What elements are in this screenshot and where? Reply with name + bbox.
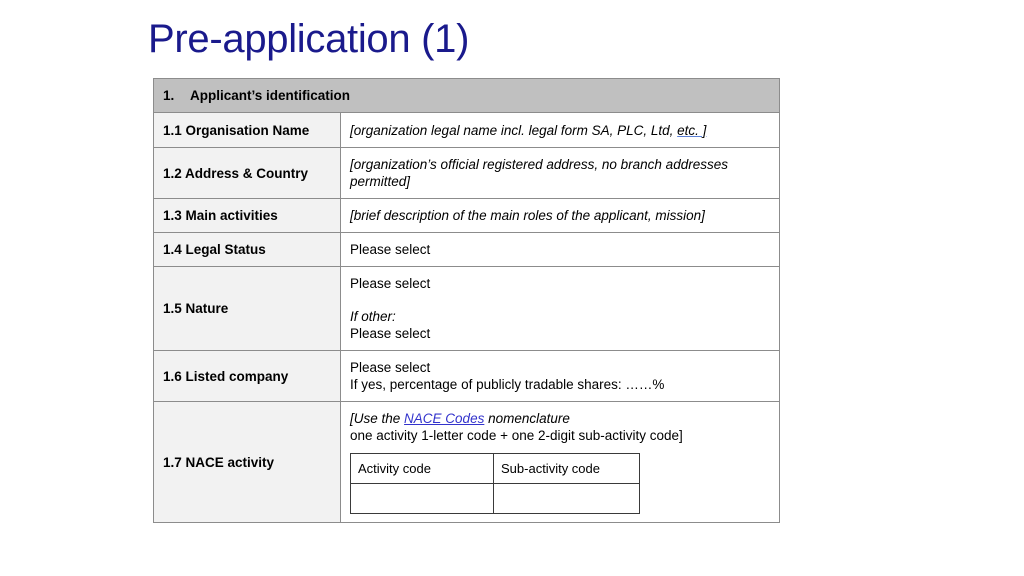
organisation-name-placeholder-tail: etc. ] [677, 122, 707, 138]
nace-code-table-wrapper: Activity code Sub-activity code [350, 444, 770, 514]
nace-instruction-prefix: [Use [350, 411, 382, 426]
nace-activity-code-header: Activity code [350, 453, 494, 484]
table-row: 1.7 NACE activity [Use the NACE Codes no… [153, 401, 781, 523]
row-value-legal-status[interactable]: Please select [339, 232, 781, 267]
nature-if-other-label: If other: [350, 309, 396, 324]
organisation-name-placeholder: [organization legal name incl. legal for… [350, 122, 678, 138]
applicant-identification-table: 1. Applicant’s identification 1.1 Organis… [152, 78, 781, 523]
listed-company-percentage-line[interactable]: If yes, percentage of publicly tradable … [350, 376, 770, 393]
row-label-listed-company: 1.6 Listed company [153, 350, 341, 402]
nace-instruction-the: the [381, 411, 405, 426]
row-label-nature: 1.5 Nature [153, 266, 341, 351]
row-value-address-country[interactable]: [organization’s official registered addr… [339, 147, 781, 199]
section-number: 1. [163, 88, 175, 103]
table-row: 1.3 Main activities [brief description o… [153, 198, 781, 233]
section-header-cell: 1. Applicant’s identification [152, 78, 781, 113]
row-label-nace-activity: 1.7 NACE activity [153, 401, 341, 523]
row-label-main-activities: 1.3 Main activities [153, 198, 341, 233]
row-value-nature[interactable]: Please select If other: Please select [339, 266, 781, 351]
row-label-address-country: 1.2 Address & Country [153, 147, 341, 199]
page-title: Pre-application (1) [148, 17, 470, 61]
row-value-main-activities[interactable]: [brief description of the main roles of … [339, 198, 781, 233]
nace-instruction-line-1: [Use the NACE Codes nomenclature [350, 410, 770, 427]
table-row: 1.6 Listed company Please select If yes,… [153, 350, 781, 402]
listed-company-select-value[interactable]: Please select [350, 359, 770, 376]
section-title: Applicant’s identification [190, 88, 351, 103]
legal-status-select-value[interactable]: Please select [350, 242, 430, 257]
nature-other-select-value[interactable]: Please select [350, 325, 770, 342]
table-row: 1.5 Nature Please select If other: Pleas… [153, 266, 781, 351]
nace-code-table: Activity code Sub-activity code [350, 453, 640, 514]
table-row: 1.2 Address & Country [organization’s of… [153, 147, 781, 199]
nace-code-header-row: Activity code Sub-activity code [350, 453, 640, 484]
table-section-header-row: 1. Applicant’s identification [152, 78, 781, 113]
nace-sub-activity-code-header: Sub-activity code [493, 453, 640, 484]
row-value-listed-company[interactable]: Please select If yes, percentage of publ… [339, 350, 781, 402]
nace-activity-code-input[interactable] [350, 483, 494, 514]
address-country-placeholder: [organization’s official registered addr… [350, 157, 728, 189]
nace-codes-link[interactable]: NACE Codes [404, 411, 484, 426]
row-value-nace-activity[interactable]: [Use the NACE Codes nomenclature one act… [339, 401, 781, 523]
nace-instruction-line-2: one activity 1-letter code + one 2-digit… [350, 428, 683, 443]
table-row: 1.4 Legal Status Please select [153, 232, 781, 267]
nace-sub-activity-code-input[interactable] [493, 483, 640, 514]
slide-canvas: Pre-application (1) 1. Applicant’s identi… [0, 0, 1024, 576]
nace-instruction-suffix: nomenclature [484, 411, 570, 426]
main-activities-placeholder: [brief description of the main roles of … [350, 208, 705, 223]
table-row: 1.1 Organisation Name [organization lega… [153, 112, 781, 148]
nace-code-input-row [350, 483, 640, 514]
row-label-legal-status: 1.4 Legal Status [153, 232, 341, 267]
row-label-organisation-name: 1.1 Organisation Name [153, 112, 341, 148]
nature-select-value[interactable]: Please select [350, 275, 770, 292]
row-value-organisation-name[interactable]: [organization legal name incl. legal for… [339, 112, 781, 148]
